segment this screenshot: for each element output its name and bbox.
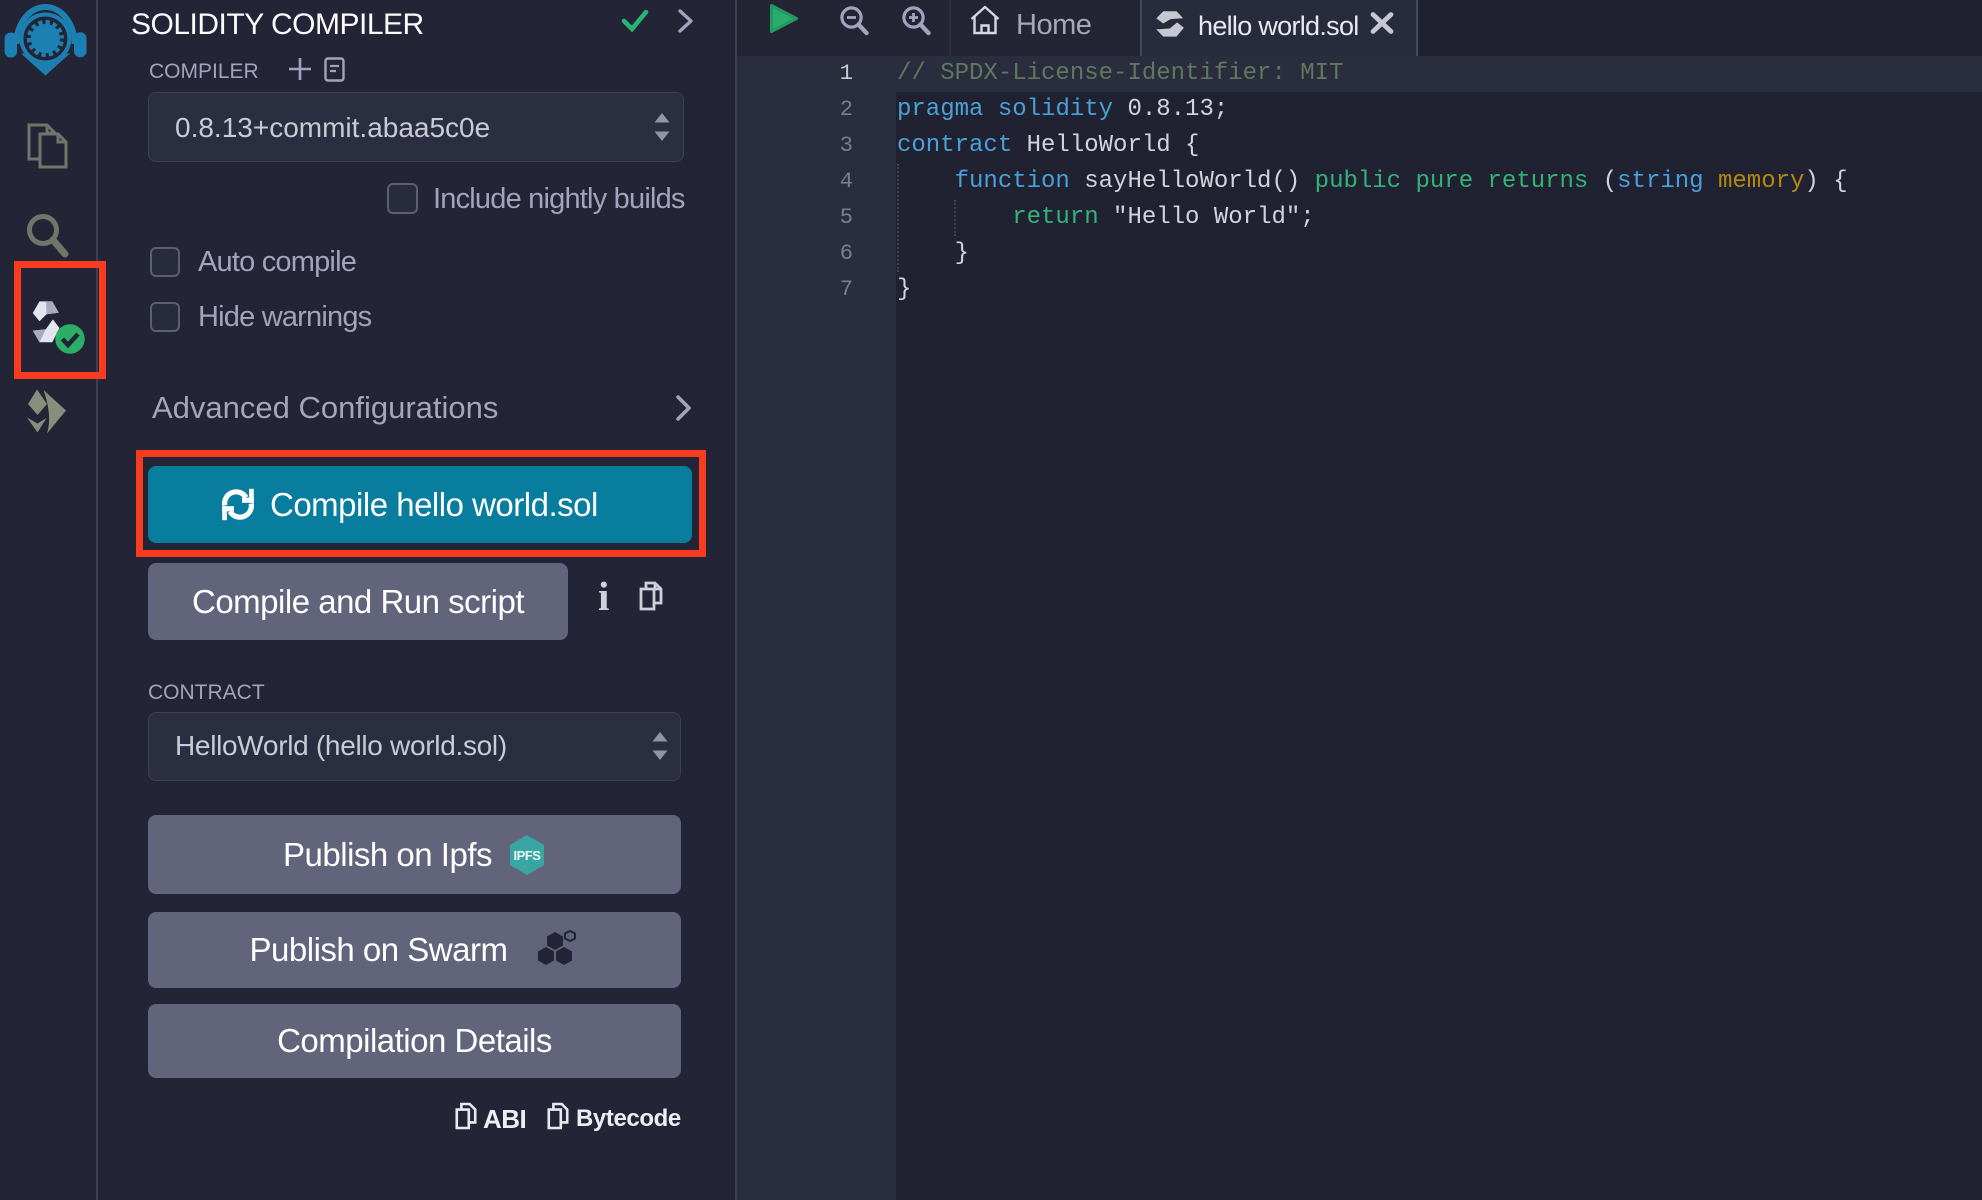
svg-text:IPFS: IPFS: [514, 848, 542, 863]
